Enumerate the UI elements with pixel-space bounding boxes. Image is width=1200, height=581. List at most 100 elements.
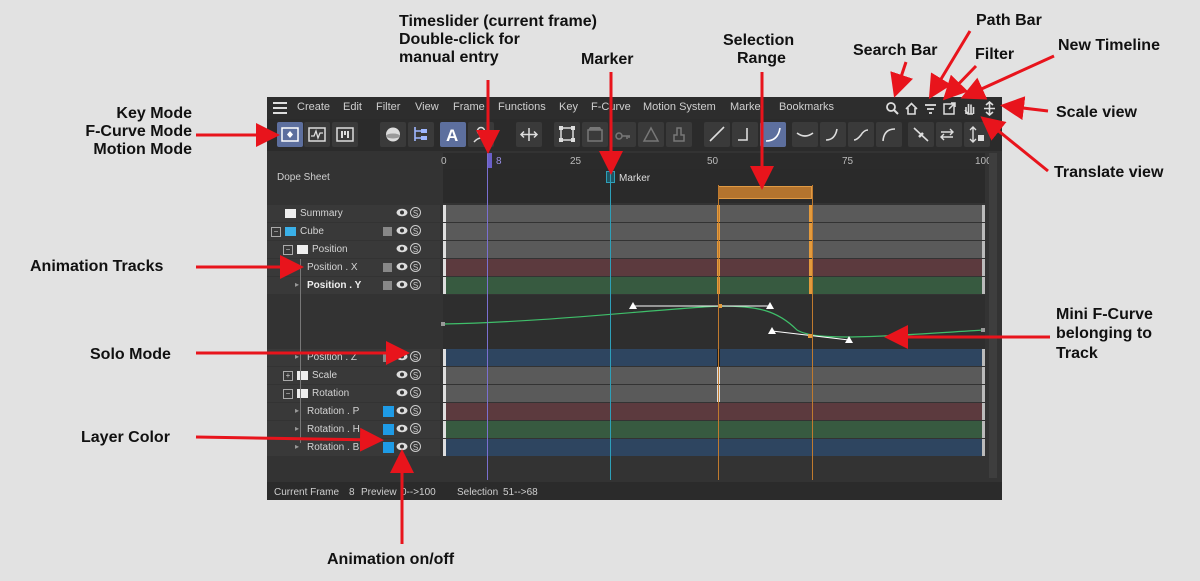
person-button[interactable] <box>468 122 494 147</box>
solo-toggle-icon[interactable]: S <box>410 225 421 236</box>
solo-toggle-icon[interactable]: S <box>410 387 421 398</box>
track-lane[interactable] <box>443 439 985 456</box>
motion-mode-button[interactable] <box>332 122 358 147</box>
animation-toggle-eye-icon[interactable] <box>396 424 408 433</box>
keyframe[interactable] <box>982 205 985 222</box>
layer-color-swatch[interactable] <box>383 406 394 417</box>
solo-toggle-icon[interactable]: S <box>410 441 421 452</box>
menu-key[interactable]: Key <box>559 101 578 113</box>
animation-toggle-eye-icon[interactable] <box>396 442 408 451</box>
keyframe[interactable] <box>443 277 446 294</box>
new-timeline-icon[interactable] <box>942 101 957 116</box>
track-label-cell[interactable]: ▸ Position . X S <box>267 259 440 276</box>
layer-color-swatch[interactable] <box>383 442 394 453</box>
translate-view-icon[interactable] <box>962 101 977 116</box>
solo-toggle-icon[interactable]: S <box>410 369 421 380</box>
keyframe[interactable] <box>443 259 446 276</box>
keyframe[interactable] <box>982 403 985 420</box>
keyframe[interactable] <box>982 367 985 384</box>
solo-toggle-icon[interactable]: S <box>410 423 421 434</box>
track-lane[interactable] <box>443 367 985 384</box>
menu-bookmarks[interactable]: Bookmarks <box>779 101 834 113</box>
weight-button[interactable] <box>666 122 692 147</box>
spline-button[interactable] <box>760 122 786 147</box>
keyframe[interactable] <box>443 205 446 222</box>
menu-motion-system[interactable]: Motion System <box>643 101 716 113</box>
filter-icon[interactable] <box>923 101 938 116</box>
track-label-cell[interactable]: ▸ Rotation . P S <box>267 403 440 420</box>
track-label-cell[interactable]: − Position S <box>267 241 440 258</box>
track-lane[interactable] <box>443 259 985 276</box>
menu-marker[interactable]: Marker <box>730 101 763 113</box>
move-button[interactable] <box>516 122 542 147</box>
hamburger-menu-icon[interactable] <box>273 102 287 114</box>
clapper-button[interactable] <box>582 122 608 147</box>
track-label-cell[interactable]: + Scale S <box>267 367 440 384</box>
menu-edit[interactable]: Edit <box>343 101 362 113</box>
expand-toggle-icon[interactable]: − <box>271 227 281 237</box>
keyframe[interactable] <box>443 439 446 456</box>
solo-toggle-icon[interactable]: S <box>410 405 421 416</box>
curve-button[interactable] <box>876 122 902 147</box>
animation-toggle-eye-icon[interactable] <box>396 244 408 253</box>
keyframe[interactable] <box>982 439 985 456</box>
keyframe[interactable] <box>443 385 446 402</box>
menu-functions[interactable]: Functions <box>498 101 546 113</box>
layer-color-swatch[interactable] <box>383 424 394 435</box>
auto-key-button[interactable]: A <box>440 122 466 147</box>
keyframe[interactable] <box>982 259 985 276</box>
home-path-icon[interactable] <box>904 101 919 116</box>
track-label-cell[interactable]: − Rotation S <box>267 385 440 402</box>
animation-toggle-eye-icon[interactable] <box>396 280 408 289</box>
keyframe[interactable] <box>982 223 985 240</box>
tangent-handle[interactable] <box>768 327 776 334</box>
fcurve-key[interactable] <box>441 322 445 326</box>
keyframe[interactable] <box>982 241 985 258</box>
step-button[interactable] <box>732 122 758 147</box>
selection-range-handle[interactable] <box>718 186 812 199</box>
search-icon[interactable] <box>885 101 900 116</box>
animation-toggle-eye-icon[interactable] <box>396 226 408 235</box>
track-lane[interactable] <box>443 223 985 240</box>
vertical-scrollbar[interactable] <box>989 153 997 478</box>
lock-vertical-button[interactable] <box>964 122 990 147</box>
ease-ease-button[interactable] <box>848 122 874 147</box>
key-mode-button[interactable] <box>277 122 303 147</box>
track-lane[interactable] <box>443 205 985 222</box>
solo-toggle-icon[interactable]: S <box>410 279 421 290</box>
track-label-cell[interactable]: Summary S <box>267 205 440 222</box>
edit-lock-icon[interactable] <box>383 263 392 272</box>
mini-fcurve[interactable] <box>267 296 1002 356</box>
menu-create[interactable]: Create <box>297 101 330 113</box>
animation-toggle-eye-icon[interactable] <box>396 370 408 379</box>
frame-all-button[interactable] <box>554 122 580 147</box>
animation-toggle-eye-icon[interactable] <box>396 262 408 271</box>
menu-frame[interactable]: Frame <box>453 101 485 113</box>
expand-toggle-icon[interactable]: + <box>283 371 293 381</box>
track-label-cell[interactable]: ▸ Position . Y S <box>267 277 440 294</box>
track-lane[interactable] <box>443 277 985 294</box>
solo-toggle-icon[interactable]: S <box>410 243 421 254</box>
scale-view-icon[interactable] <box>982 101 997 116</box>
lock-tangent-button[interactable] <box>936 122 962 147</box>
ease-out-button[interactable] <box>820 122 846 147</box>
triangle-button[interactable] <box>638 122 664 147</box>
track-label-cell[interactable]: − Cube S <box>267 223 440 240</box>
animation-toggle-eye-icon[interactable] <box>396 406 408 415</box>
keyframe[interactable] <box>982 277 985 294</box>
keyframe[interactable] <box>443 367 446 384</box>
expand-toggle-icon[interactable]: − <box>283 389 293 399</box>
keyframe[interactable] <box>443 403 446 420</box>
track-label-cell[interactable]: ▸ Rotation . H S <box>267 421 440 438</box>
track-lane[interactable] <box>443 403 985 420</box>
keyframe[interactable] <box>982 385 985 402</box>
key-button[interactable] <box>610 122 636 147</box>
fcurve-key[interactable] <box>981 328 985 332</box>
ease-in-button[interactable] <box>792 122 818 147</box>
sphere-button[interactable] <box>380 122 406 147</box>
keyframe[interactable] <box>982 421 985 438</box>
solo-toggle-icon[interactable]: S <box>410 207 421 218</box>
expand-toggle-icon[interactable]: − <box>283 245 293 255</box>
animation-toggle-eye-icon[interactable] <box>396 388 408 397</box>
menu-fcurve[interactable]: F-Curve <box>591 101 631 113</box>
